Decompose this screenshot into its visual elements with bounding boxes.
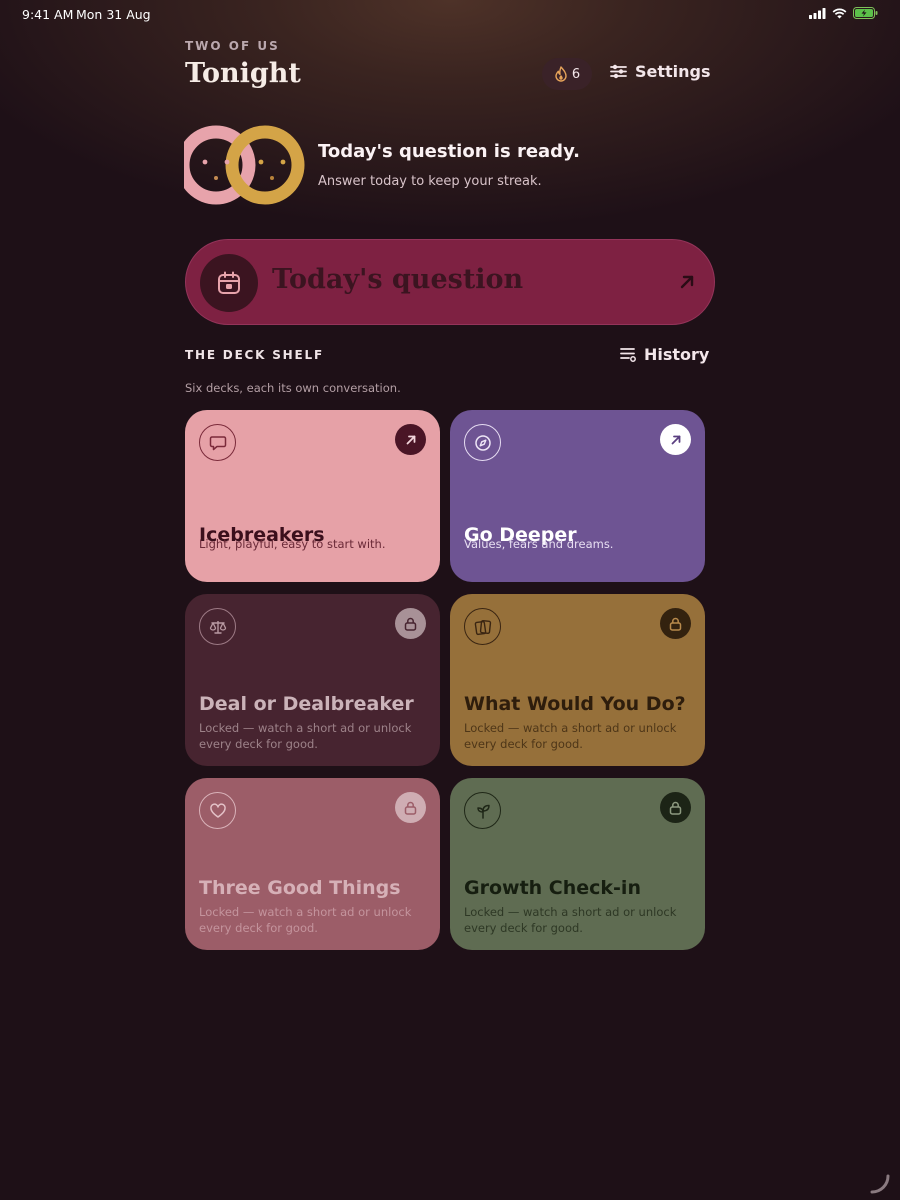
open-deck-badge[interactable] — [395, 424, 426, 455]
lock-icon — [669, 617, 682, 631]
status-bar: 9:41 AM Mon 31 Aug — [0, 0, 900, 28]
deck-description: Locked — watch a short ad or unlock ever… — [464, 721, 677, 751]
sliders-icon — [610, 64, 627, 79]
todays-question-label: Today's question — [272, 264, 524, 295]
history-button[interactable]: History — [620, 345, 709, 364]
list-history-icon — [620, 348, 636, 362]
deck-description: Locked — watch a short ad or unlock ever… — [199, 905, 412, 935]
speech-bubble-icon — [209, 435, 226, 450]
deck-description: Locked — watch a short ad or unlock ever… — [464, 905, 677, 935]
arrow-up-right-icon — [680, 275, 694, 289]
deck-title: Growth Check-in — [464, 877, 641, 899]
locked-badge — [660, 608, 691, 639]
flame-icon — [555, 66, 567, 82]
deck-description: Light, playful, easy to start with. — [199, 537, 386, 551]
deck-icon-badge — [199, 608, 236, 645]
deck-card-deal-or-dealbreaker[interactable]: Deal or Dealbreaker Locked — watch a sho… — [185, 594, 440, 766]
deck-card-three-good-things[interactable]: Three Good Things Locked — watch a short… — [185, 778, 440, 950]
lock-icon — [669, 801, 682, 815]
history-label: History — [644, 345, 710, 364]
deck-icon-badge — [464, 792, 501, 829]
deck-card-icebreakers[interactable]: Icebreakers Light, playful, easy to star… — [185, 410, 440, 582]
lock-icon — [404, 801, 417, 815]
battery-charging-icon — [853, 7, 878, 19]
streak-count: 6 — [571, 66, 581, 82]
deck-shelf-subtitle: Six decks, each its own conversation. — [185, 381, 401, 395]
todays-question-button[interactable]: Today's question — [185, 239, 715, 325]
lock-icon — [404, 617, 417, 631]
deck-title: Three Good Things — [199, 877, 401, 899]
brand-eyebrow: TWO OF US — [185, 39, 280, 53]
calendar-icon-badge — [200, 254, 258, 312]
deck-description: Locked — watch a short ad or unlock ever… — [199, 721, 412, 751]
deck-icon-badge — [464, 424, 501, 461]
interlocking-rings-icon — [184, 125, 305, 205]
scales-icon — [209, 620, 226, 634]
deck-description: Values, fears and dreams. — [464, 537, 614, 551]
compass-icon — [474, 434, 491, 451]
arrow-up-right-icon — [671, 435, 680, 444]
settings-label: Settings — [635, 62, 711, 81]
locked-badge — [395, 608, 426, 639]
deck-title: Deal or Dealbreaker — [199, 693, 414, 715]
cards-icon — [474, 619, 491, 635]
banner-subtitle: Answer today to keep your streak. — [318, 174, 542, 189]
open-deck-badge[interactable] — [660, 424, 691, 455]
deck-title: What Would You Do? — [464, 693, 686, 715]
settings-button[interactable]: Settings — [610, 62, 711, 81]
deck-card-go-deeper[interactable]: Go Deeper Values, fears and dreams. — [450, 410, 705, 582]
corner-gesture-indicator — [870, 1174, 890, 1194]
locked-badge — [660, 792, 691, 823]
sprout-icon — [476, 804, 490, 819]
deck-icon-badge — [199, 792, 236, 829]
deck-shelf-title: THE DECK SHELF — [185, 348, 324, 362]
status-time: 9:41 AM — [22, 7, 74, 22]
deck-icon-badge — [464, 608, 501, 645]
status-date: Mon 31 Aug — [76, 7, 151, 22]
deck-card-growth-check-in[interactable]: Growth Check-in Locked — watch a short a… — [450, 778, 705, 950]
arrow-up-right-icon — [406, 435, 415, 444]
locked-badge — [395, 792, 426, 823]
streak-badge[interactable]: 6 — [542, 58, 592, 90]
page-title: Tonight — [185, 58, 301, 89]
deck-card-what-would-you-do[interactable]: What Would You Do? Locked — watch a shor… — [450, 594, 705, 766]
wifi-icon — [832, 8, 847, 18]
background-glow — [0, 0, 900, 260]
calendar-icon — [218, 271, 240, 294]
deck-icon-badge — [199, 424, 236, 461]
banner-title: Today's question is ready. — [318, 141, 580, 162]
cellular-signal-icon — [809, 7, 826, 19]
status-icons — [809, 7, 878, 19]
heart-icon — [209, 802, 226, 818]
